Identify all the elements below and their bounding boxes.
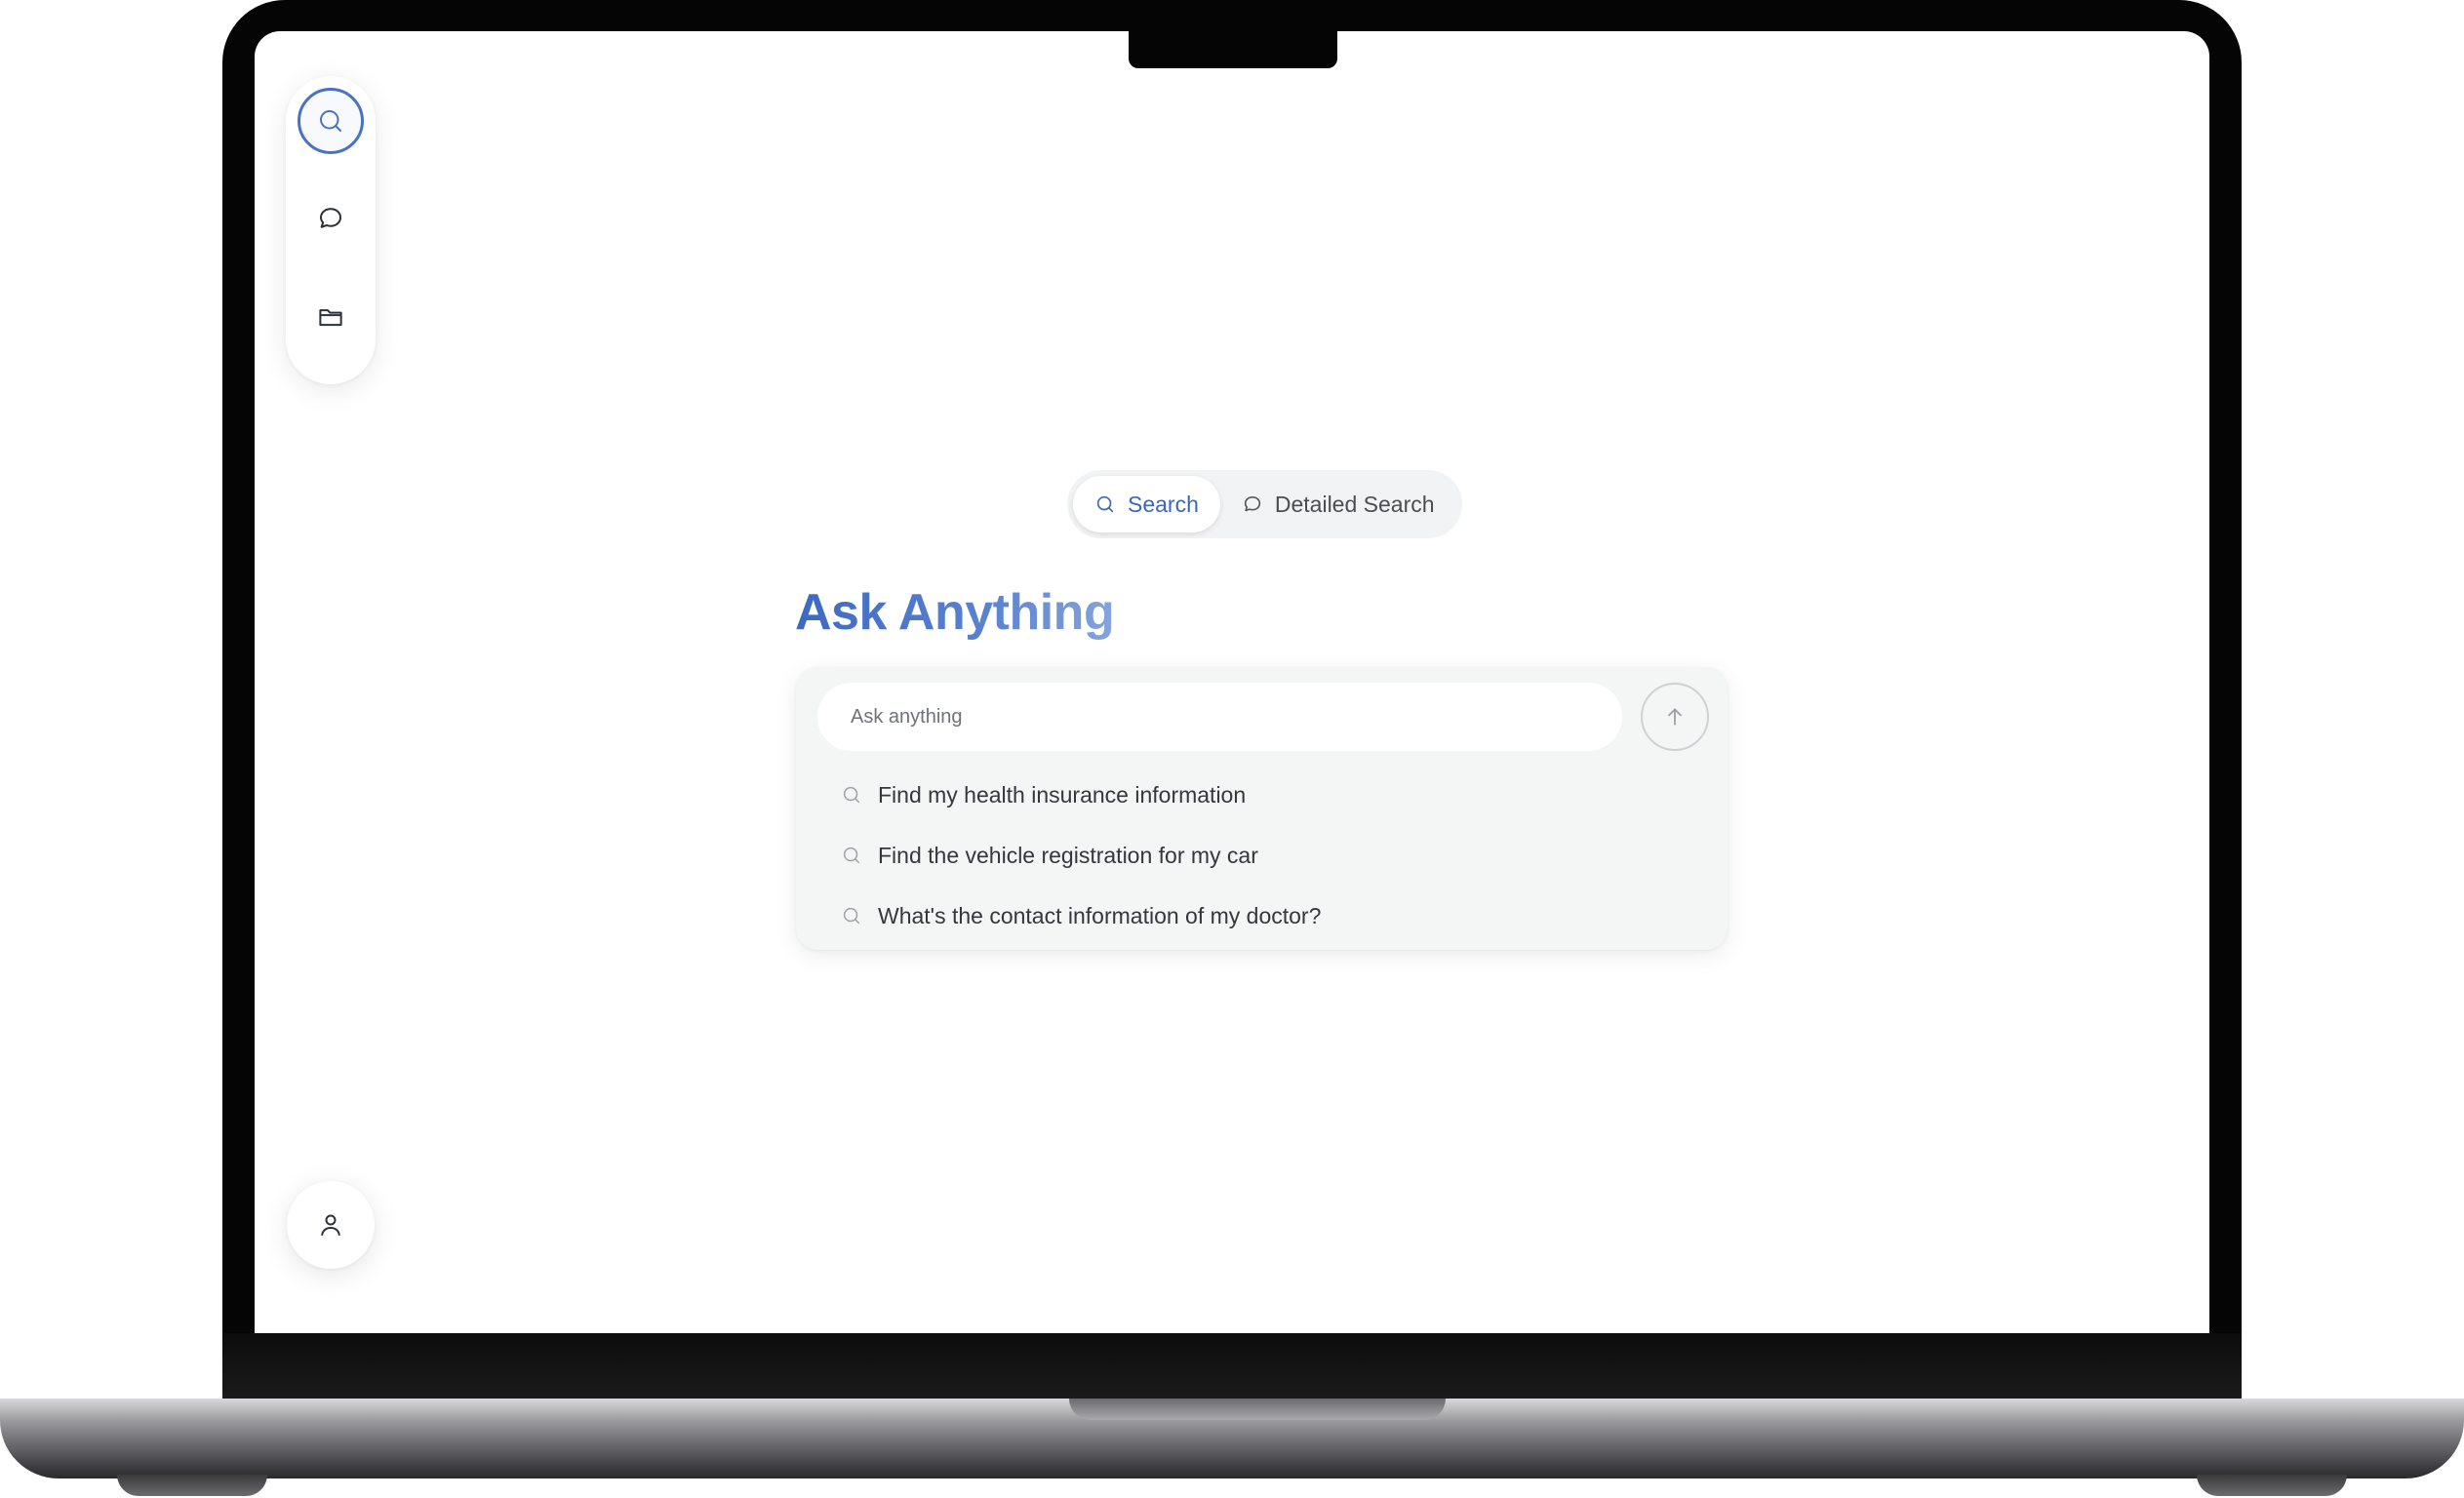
search-input-wrapper	[817, 683, 1622, 751]
search-icon	[1096, 495, 1114, 513]
suggestion-text: Find the vehicle registration for my car	[878, 842, 1258, 868]
tab-detailed-search[interactable]: Detailed Search	[1220, 476, 1456, 532]
chat-bubble-icon	[1244, 496, 1261, 512]
suggestion-item[interactable]: Find the vehicle registration for my car	[841, 825, 1699, 886]
sidebar-item-search[interactable]	[298, 88, 364, 154]
laptop-foot-left	[117, 1475, 267, 1496]
sidebar-item-chat[interactable]	[298, 185, 364, 252]
tab-detailed-search-label: Detailed Search	[1274, 491, 1435, 517]
submit-button[interactable]	[1641, 683, 1709, 751]
suggestion-text: Find my health insurance information	[878, 781, 1247, 808]
arrow-up-icon	[1668, 708, 1682, 726]
suggestion-text: What's the contact information of my doc…	[878, 902, 1322, 928]
laptop-base	[0, 1399, 2464, 1478]
tab-search-label: Search	[1128, 491, 1199, 517]
profile-button[interactable]	[287, 1181, 375, 1269]
laptop-chin	[222, 1333, 2242, 1400]
search-mode-toggle: Search Detailed Search	[1067, 470, 1462, 538]
page-title: Ask Anything	[795, 584, 1115, 641]
suggestion-list: Find my health insurance information Fin…	[841, 765, 1699, 946]
search-icon	[843, 847, 860, 864]
search-panel: Find my health insurance information Fin…	[796, 667, 1728, 950]
tab-search[interactable]: Search	[1073, 476, 1220, 532]
suggestion-item[interactable]: What's the contact information of my doc…	[841, 886, 1699, 946]
camera-notch	[1129, 31, 1337, 68]
sidebar-nav	[286, 76, 376, 384]
chat-bubble-icon	[320, 208, 341, 228]
search-icon	[843, 907, 860, 925]
suggestion-item[interactable]: Find my health insurance information	[841, 765, 1699, 825]
search-icon	[843, 786, 860, 804]
laptop-foot-right	[2197, 1475, 2347, 1496]
search-icon	[320, 110, 341, 132]
sidebar-item-files[interactable]	[298, 284, 364, 350]
folder-icon	[319, 309, 342, 327]
app-screen: Search Detailed Search Ask Anything Find…	[255, 31, 2209, 1333]
search-input[interactable]	[817, 683, 1622, 751]
user-icon	[321, 1214, 340, 1236]
